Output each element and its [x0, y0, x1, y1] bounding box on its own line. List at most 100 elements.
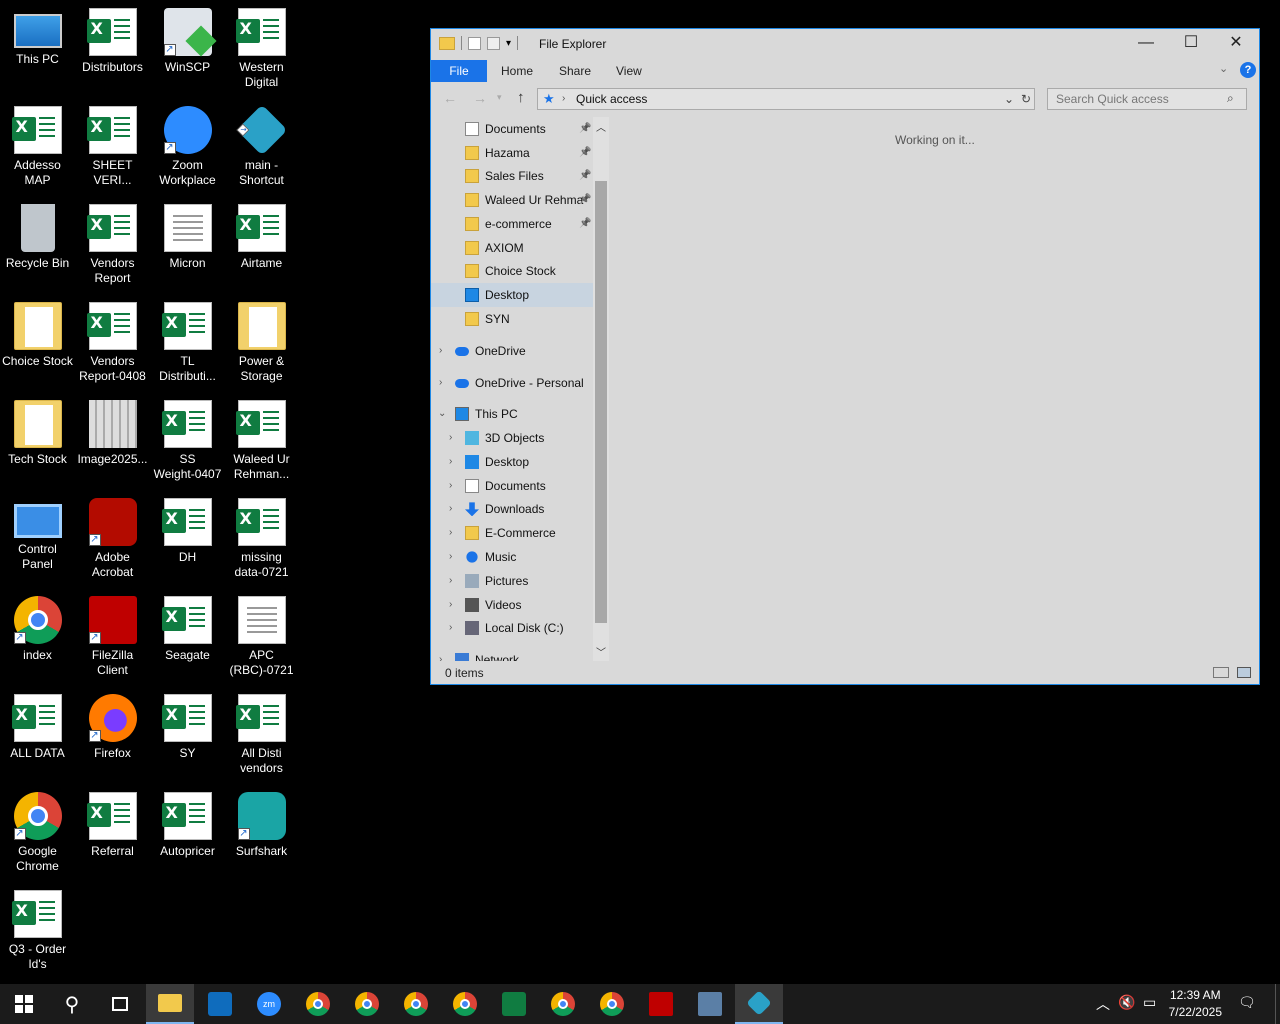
nav-item-desktop[interactable]: Desktop ›: [431, 450, 593, 474]
desktop-icon[interactable]: ↗ index: [0, 590, 75, 686]
tab-file[interactable]: File: [431, 60, 487, 82]
nav-item-e-commerce[interactable]: E-Commerce ›: [431, 521, 593, 545]
new-folder-icon[interactable]: [487, 36, 500, 50]
scrollbar-thumb[interactable]: [595, 181, 607, 623]
title-bar[interactable]: ▾ File Explorer — ☐ ✕: [431, 29, 1259, 59]
desktop-icon[interactable]: ↗ main - Shortcut: [224, 100, 299, 196]
taskbar-clock[interactable]: 12:39 AM 7/22/2025: [1169, 987, 1222, 1021]
taskbar-file-explorer[interactable]: [146, 984, 194, 1024]
desktop-icon[interactable]: X ALL DATA: [0, 688, 75, 784]
desktop-icon[interactable]: Xmissing data-0721: [224, 492, 299, 588]
recent-locations-icon[interactable]: ▾: [497, 92, 502, 103]
nav-item-network[interactable]: Network ›: [431, 648, 593, 661]
desktop-icon[interactable]: Recycle Bin: [0, 198, 75, 294]
desktop-icon[interactable]: X Autopricer: [150, 786, 225, 882]
address-dropdown-icon[interactable]: ⌄: [1004, 89, 1014, 109]
desktop-icon[interactable]: X Waleed Ur Rehman...: [224, 394, 299, 490]
nav-item-waleed-ur-rehma[interactable]: Waleed Ur Rehma 📌: [431, 188, 593, 212]
nav-item-sales-files[interactable]: Sales Files 📌: [431, 164, 593, 188]
customize-toolbar-icon[interactable]: ▾: [506, 38, 511, 49]
expand-chevron-icon[interactable]: ›: [449, 569, 452, 593]
close-button[interactable]: ✕: [1213, 29, 1259, 59]
nav-item-onedrive[interactable]: OneDrive ›: [431, 339, 593, 363]
address-bar[interactable]: ★ › Quick access ⌄ ↻: [537, 88, 1035, 110]
task-view-button[interactable]: [96, 984, 144, 1024]
nav-item-axiom[interactable]: AXIOM: [431, 236, 593, 260]
show-hidden-icons-icon[interactable]: ︿: [1096, 994, 1110, 1014]
desktop-icon[interactable]: X SHEET VERI...: [75, 100, 150, 196]
expand-chevron-icon[interactable]: ›: [449, 521, 452, 545]
taskbar-chrome-4[interactable]: [441, 984, 489, 1024]
breadcrumb[interactable]: Quick access: [576, 92, 647, 106]
expand-chevron-icon[interactable]: ›: [449, 474, 452, 498]
back-icon[interactable]: ←: [443, 90, 457, 106]
desktop-icon[interactable]: APC (RBC)-0721: [224, 590, 299, 686]
taskbar-chrome-6[interactable]: [588, 984, 636, 1024]
taskbar-chrome-2[interactable]: [343, 984, 391, 1024]
expand-chevron-icon[interactable]: ›: [439, 648, 442, 661]
desktop-icon[interactable]: Micron: [150, 198, 225, 294]
nav-item-local-disk-c-[interactable]: Local Disk (C:) ›: [431, 616, 593, 640]
desktop-icon[interactable]: X Western Digital: [224, 2, 299, 98]
taskbar-excel[interactable]: [490, 984, 538, 1024]
desktop-icon[interactable]: ↗ Zoom Workplace: [150, 100, 225, 196]
volume-muted-icon[interactable]: 🔇: [1118, 994, 1135, 1011]
tab-view[interactable]: View: [604, 60, 654, 82]
taskbar-chrome-3[interactable]: [392, 984, 440, 1024]
nav-item-e-commerce[interactable]: e-commerce 📌: [431, 212, 593, 236]
nav-item-music[interactable]: Music ›: [431, 545, 593, 569]
minimize-button[interactable]: —: [1123, 29, 1169, 59]
nav-scrollbar[interactable]: ︿ ﹀: [593, 117, 609, 661]
expand-chevron-icon[interactable]: ›: [449, 616, 452, 640]
nav-item-videos[interactable]: Videos ›: [431, 593, 593, 617]
up-icon[interactable]: ↑: [517, 89, 525, 106]
tab-home[interactable]: Home: [489, 60, 545, 82]
desktop-icon[interactable]: X Vendors Report-0408: [75, 296, 150, 392]
taskbar-zoom[interactable]: zm: [245, 984, 293, 1024]
desktop-icon[interactable]: ↗ FileZilla Client: [75, 590, 150, 686]
nav-item-onedrive-personal[interactable]: OneDrive - Personal ›: [431, 371, 593, 395]
expand-chevron-icon[interactable]: ›: [449, 497, 452, 521]
desktop-icon[interactable]: ↗ Firefox: [75, 688, 150, 784]
desktop-icon[interactable]: X Addesso MAP: [0, 100, 75, 196]
desktop-icon[interactable]: X SS Weight-0407: [150, 394, 225, 490]
expand-chevron-icon[interactable]: ›: [449, 426, 452, 450]
nav-item-desktop[interactable]: Desktop: [431, 282, 593, 307]
nav-item-documents[interactable]: Documents ›: [431, 474, 593, 498]
nav-item-3d-objects[interactable]: 3D Objects ›: [431, 426, 593, 450]
taskbar-chrome-1[interactable]: [294, 984, 342, 1024]
show-desktop-button[interactable]: [1275, 984, 1280, 1024]
desktop-icon[interactable]: X SY: [150, 688, 225, 784]
nav-item-this-pc[interactable]: This PC ⌄: [431, 402, 593, 426]
start-button[interactable]: [0, 984, 48, 1024]
help-icon[interactable]: ?: [1240, 62, 1256, 78]
desktop-icon[interactable]: Choice Stock: [0, 296, 75, 392]
desktop-icon[interactable]: X Referral: [75, 786, 150, 882]
expand-ribbon-icon[interactable]: ⌄: [1219, 62, 1228, 75]
desktop-icon[interactable]: Tech Stock: [0, 394, 75, 490]
expand-chevron-icon[interactable]: ›: [449, 545, 452, 569]
search-button[interactable]: ⚲: [48, 984, 96, 1024]
network-icon[interactable]: ▭: [1143, 994, 1156, 1011]
desktop-icon[interactable]: X TL Distributi...: [150, 296, 225, 392]
action-center-icon[interactable]: 🗨: [1238, 994, 1256, 1011]
desktop-icon[interactable]: X Q3 - Order Id's: [0, 884, 75, 980]
desktop-icon[interactable]: X Airtame: [224, 198, 299, 294]
desktop-icon[interactable]: ↗ Google Chrome: [0, 786, 75, 882]
taskbar-chrome-5[interactable]: [539, 984, 587, 1024]
nav-item-syn[interactable]: SYN: [431, 307, 593, 331]
desktop-icon[interactable]: Power & Storage: [224, 296, 299, 392]
taskbar-main-app[interactable]: [735, 984, 783, 1024]
nav-item-downloads[interactable]: Downloads ›: [431, 497, 593, 521]
nav-item-hazama[interactable]: Hazama 📌: [431, 141, 593, 165]
taskbar-outlook[interactable]: [196, 984, 244, 1024]
nav-item-documents[interactable]: Documents 📌: [431, 117, 593, 141]
expand-chevron-icon[interactable]: ›: [449, 450, 452, 474]
expand-chevron-icon[interactable]: ›: [439, 371, 442, 395]
search-input[interactable]: Search Quick access: [1047, 88, 1247, 110]
nav-item-pictures[interactable]: Pictures ›: [431, 569, 593, 593]
nav-item-choice-stock[interactable]: Choice Stock: [431, 259, 593, 283]
desktop-icon[interactable]: Control Panel: [0, 492, 75, 588]
expand-chevron-icon[interactable]: ›: [449, 593, 452, 617]
properties-icon[interactable]: [468, 36, 481, 50]
